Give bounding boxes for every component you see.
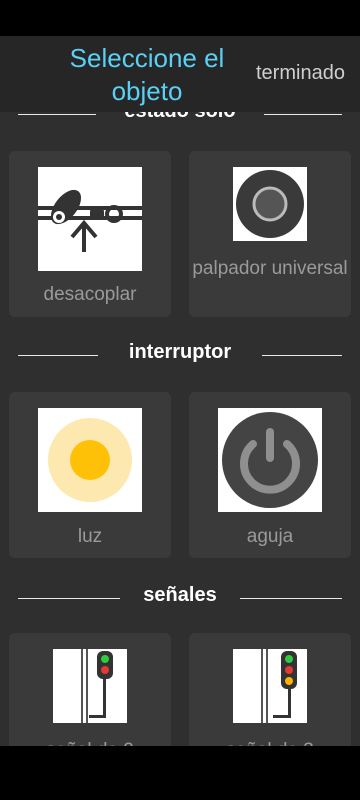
navigation-bar [0,746,360,800]
object-list[interactable]: estado solo desacoplar [0,112,360,746]
section-header-senales: señales [0,584,360,614]
card-label: señal de 3 [189,737,351,746]
object-card-desacoplar[interactable]: desacoplar [9,151,171,317]
signal-2-aspect-icon [53,649,127,723]
section-header-interruptor: interruptor [0,341,360,371]
light-icon [38,408,142,512]
section-title: señales [143,584,217,606]
divider-right [240,598,342,599]
status-bar [0,0,360,36]
object-card-palpador-universal[interactable]: palpador universal [189,151,351,317]
section-title: interruptor [128,341,232,363]
card-label: desacoplar [43,284,137,305]
object-card-luz[interactable]: luz [9,392,171,558]
divider-right [262,355,342,356]
power-icon [218,408,322,512]
page-title: Seleccione el objeto [69,43,225,106]
object-card-aguja[interactable]: aguja [189,392,351,558]
universal-sensor-icon [233,167,307,241]
section-header-estado-solo: estado solo [0,112,360,130]
card-label: señal de 2 [9,737,171,746]
object-card-senal-de-2[interactable]: señal de 2 [9,633,171,746]
uncouple-icon [38,167,142,271]
divider-right [264,114,342,115]
app-header: Seleccione el objeto terminado [0,36,360,112]
object-card-senal-de-3[interactable]: señal de 3 [189,633,351,746]
signal-3-aspect-icon [233,649,307,723]
card-label: luz [77,526,103,547]
card-label: aguja [246,526,294,547]
card-label: palpador universal [192,258,348,279]
done-button[interactable]: terminado [256,62,345,85]
